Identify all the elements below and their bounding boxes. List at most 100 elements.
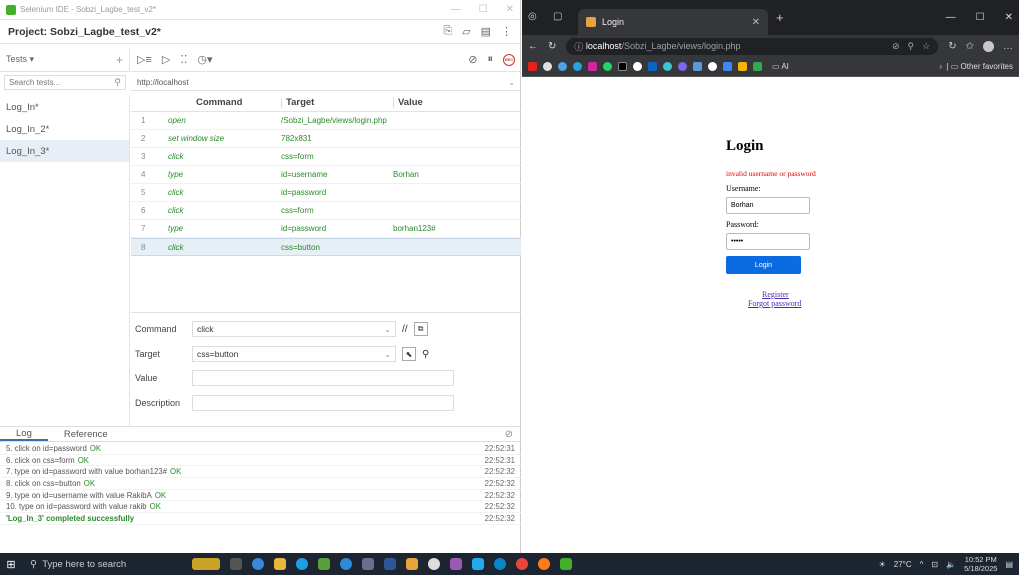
description-input[interactable]	[192, 395, 454, 411]
firefox-icon[interactable]	[538, 558, 550, 570]
favorites-icon[interactable]: ✩	[966, 41, 974, 52]
bookmarks-folder-ai[interactable]: ▭ AI	[772, 62, 789, 71]
forgot-password-link[interactable]: Forgot password	[748, 299, 801, 308]
app-icon[interactable]	[450, 558, 462, 570]
windows-start-icon[interactable]: ⊞	[0, 558, 22, 571]
command-row[interactable]: 6 click css=form	[131, 202, 521, 220]
step-over-icon[interactable]: ⁚⁚	[180, 53, 187, 66]
app-icon[interactable]	[252, 558, 264, 570]
minimize-icon[interactable]: —	[451, 4, 461, 15]
command-select[interactable]: click ⌄	[192, 321, 396, 337]
new-project-icon[interactable]: ⎘	[443, 25, 452, 38]
bookmark-icon[interactable]	[663, 62, 672, 71]
github-desktop-icon[interactable]	[428, 558, 440, 570]
reload-icon[interactable]: ↻	[548, 41, 556, 52]
command-row[interactable]: 1 open/Sobzi_Lagbe/views/login.php	[131, 112, 521, 130]
save-project-icon[interactable]: ▤	[481, 25, 491, 38]
record-icon[interactable]: REC	[503, 53, 515, 66]
edge-icon[interactable]	[494, 558, 506, 570]
vscode-icon[interactable]	[472, 558, 484, 570]
back-icon[interactable]: ←	[528, 41, 538, 52]
whatsapp-bookmark-icon[interactable]	[603, 62, 612, 71]
open-project-icon[interactable]: ▱	[462, 25, 470, 38]
test-item[interactable]: Log_In*	[0, 96, 129, 118]
telegram-bookmark-icon[interactable]	[573, 62, 582, 71]
github-bookmark-icon[interactable]	[633, 62, 642, 71]
select-target-icon[interactable]: ⬉	[402, 347, 416, 361]
bookmark-icon[interactable]	[753, 62, 762, 71]
google-bookmark-icon[interactable]	[558, 62, 567, 71]
disable-breakpoints-icon[interactable]: ⊘	[468, 53, 477, 66]
weather-icon[interactable]: ☀	[879, 560, 886, 569]
app-icon[interactable]	[318, 558, 330, 570]
bookmark-icon[interactable]	[708, 62, 717, 71]
pause-on-exception-icon[interactable]: ⏸	[488, 53, 494, 66]
value-input[interactable]	[192, 370, 454, 386]
tray-chevron-icon[interactable]: ^	[920, 560, 924, 569]
more-menu-icon[interactable]: ⋮	[501, 25, 512, 38]
more-menu-icon[interactable]: …	[1003, 41, 1013, 52]
close-icon[interactable]: ✕	[506, 4, 514, 15]
run-current-test-icon[interactable]: ▷	[162, 53, 170, 66]
register-link[interactable]: Register	[762, 290, 789, 299]
refresh-extension-icon[interactable]: ↻	[948, 41, 956, 52]
tab-log[interactable]: Log	[0, 427, 48, 441]
profile-avatar[interactable]	[983, 40, 994, 52]
bookmark-icon[interactable]	[723, 62, 732, 71]
zoom-icon[interactable]: ⚲	[908, 41, 915, 52]
workspaces-icon[interactable]: ◎	[528, 11, 541, 24]
app-icon[interactable]	[340, 558, 352, 570]
username-input[interactable]: Borhan	[726, 197, 810, 214]
word-icon[interactable]	[384, 558, 396, 570]
command-row[interactable]: 2 set window size 782x831	[131, 130, 521, 148]
maximize-icon[interactable]: ☐	[976, 12, 985, 23]
base-url-bar[interactable]: http://localhost ⌄	[131, 75, 521, 91]
network-icon[interactable]: ⊡	[931, 560, 938, 569]
search-tests-input[interactable]	[9, 78, 109, 87]
read-aloud-icon[interactable]: ⊘	[892, 41, 900, 52]
speed-icon[interactable]: ◷▾	[197, 53, 212, 66]
comment-button[interactable]: //	[402, 324, 408, 335]
command-row[interactable]: 8 click css=button	[131, 238, 521, 256]
widgets-icon[interactable]	[192, 558, 220, 570]
command-row[interactable]: 4 type id=username Borhan	[131, 166, 521, 184]
volume-icon[interactable]: 🔈	[946, 560, 956, 569]
favorite-star-icon[interactable]: ☆	[922, 41, 930, 52]
close-icon[interactable]: ✕	[1005, 12, 1013, 23]
selenium-ide-icon[interactable]	[560, 558, 572, 570]
chrome-icon[interactable]	[516, 558, 528, 570]
tests-dropdown[interactable]: Tests ▾	[6, 54, 34, 65]
command-row[interactable]: 3 click css=form	[131, 148, 521, 166]
browser-tab-login[interactable]: Login ✕	[578, 9, 768, 35]
maximize-icon[interactable]: ☐	[479, 4, 488, 15]
address-bar[interactable]: ⓘ localhost /Sobzi_Lagbe/views/login.php…	[566, 37, 939, 55]
chevron-down-icon[interactable]: ⌄	[508, 78, 515, 87]
close-tab-icon[interactable]: ✕	[752, 17, 760, 28]
x-bookmark-icon[interactable]	[618, 62, 627, 71]
youtube-bookmark-icon[interactable]	[528, 62, 537, 71]
chatgpt-bookmark-icon[interactable]	[543, 62, 552, 71]
command-row[interactable]: 5 click id=password	[131, 184, 521, 202]
tab-actions-icon[interactable]: ▢	[553, 11, 566, 24]
app-icon[interactable]	[406, 558, 418, 570]
add-test-icon[interactable]: +	[116, 53, 123, 67]
instagram-bookmark-icon[interactable]	[588, 62, 597, 71]
bookmark-icon[interactable]	[678, 62, 687, 71]
clear-log-icon[interactable]: ⊘	[505, 429, 513, 440]
tab-reference[interactable]: Reference	[48, 427, 124, 441]
test-item[interactable]: Log_In_3*	[0, 140, 129, 162]
run-all-tests-icon[interactable]: ▷≡	[137, 53, 152, 66]
test-item[interactable]: Log_In_2*	[0, 118, 129, 140]
other-favorites[interactable]: › | ▭ Other favorites	[939, 62, 1013, 71]
clock[interactable]: 10:52 PM 5/18/2025	[964, 555, 997, 573]
bookmark-icon[interactable]	[693, 62, 702, 71]
password-input[interactable]: •••••	[726, 233, 810, 250]
edge-icon[interactable]	[296, 558, 308, 570]
login-button[interactable]: Login	[726, 256, 801, 274]
find-target-icon[interactable]: ⚲	[422, 349, 429, 360]
play-bookmark-icon[interactable]	[738, 62, 747, 71]
minimize-icon[interactable]: —	[946, 12, 956, 23]
new-tab-icon[interactable]: +	[776, 10, 784, 25]
target-select[interactable]: css=button ⌄	[192, 346, 396, 362]
task-view-icon[interactable]	[230, 558, 242, 570]
